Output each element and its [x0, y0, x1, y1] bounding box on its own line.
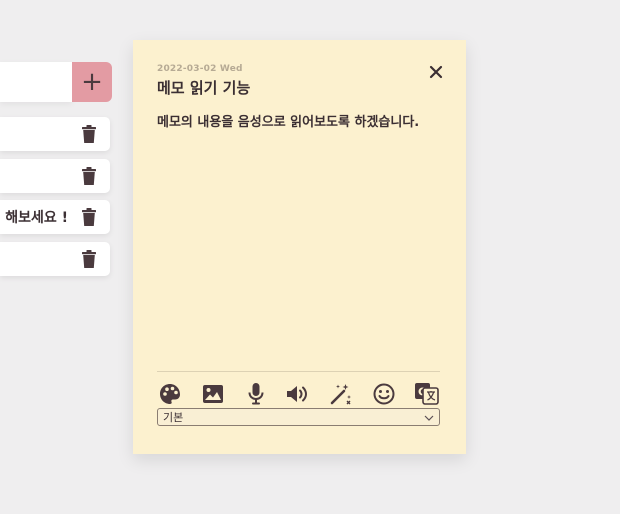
magic-wand-icon[interactable] — [328, 381, 354, 407]
app-stage: + 해보세요 ! 2022-03-02 Wed 메모 읽기 기능 메모의 내용을… — [0, 0, 620, 514]
palette-icon[interactable] — [157, 381, 183, 407]
font-select-value: 기본 — [163, 411, 184, 424]
image-icon[interactable] — [200, 381, 226, 407]
close-button[interactable] — [428, 64, 444, 80]
font-select[interactable]: 기본 — [157, 408, 440, 426]
trash-icon[interactable] — [74, 117, 104, 151]
memo-date: 2022-03-02 Wed — [157, 64, 243, 74]
close-icon — [429, 65, 443, 79]
chevron-down-icon — [424, 411, 434, 424]
smiley-icon[interactable] — [371, 381, 397, 407]
trash-icon[interactable] — [74, 242, 104, 276]
memo-body: 메모의 내용을 음성으로 읽어보도록 하겠습니다. — [157, 115, 420, 130]
trash-icon[interactable] — [74, 200, 104, 234]
memo-title: 메모 읽기 기능 — [157, 79, 251, 97]
memo-list-item[interactable] — [0, 242, 110, 276]
memo-toolbar: G — [157, 371, 440, 412]
translate-icon[interactable]: G — [414, 381, 440, 407]
trash-icon[interactable] — [74, 159, 104, 193]
memo-list-item[interactable] — [0, 117, 110, 151]
new-memo-input[interactable] — [0, 62, 72, 102]
new-memo-row: + — [0, 62, 112, 102]
memo-detail-card: 2022-03-02 Wed 메모 읽기 기능 메모의 내용을 음성으로 읽어보… — [133, 40, 466, 454]
add-memo-button[interactable]: + — [72, 62, 112, 102]
memo-list-item[interactable] — [0, 159, 110, 193]
speaker-icon[interactable] — [285, 381, 311, 407]
memo-list-item[interactable]: 해보세요 ! — [0, 200, 110, 234]
memo-list-item-text: 해보세요 ! — [5, 210, 68, 226]
microphone-icon[interactable] — [243, 381, 269, 407]
